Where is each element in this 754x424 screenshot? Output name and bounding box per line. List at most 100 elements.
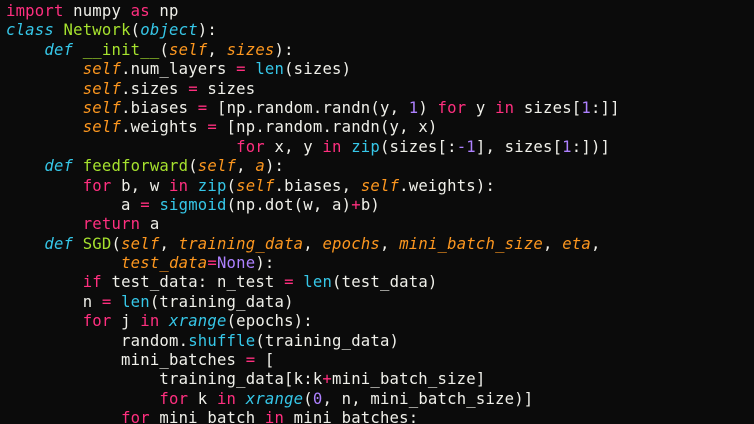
code-editor[interactable]: import numpy as np class Network(object):… bbox=[0, 0, 754, 424]
code-line[interactable]: for x, y in zip(sizes[:-1], sizes[1:])] bbox=[6, 138, 620, 157]
code-token-plain: (training_data) bbox=[255, 331, 400, 350]
code-token-plain: (training_data) bbox=[149, 292, 294, 311]
code-token-plain: a bbox=[6, 195, 141, 214]
code-token-plain: :])] bbox=[571, 137, 611, 156]
code-line[interactable]: random.shuffle(training_data) bbox=[6, 332, 620, 351]
code-line[interactable]: def SGD(self, training_data, epochs, min… bbox=[6, 235, 620, 254]
code-token-num: 1 bbox=[562, 137, 572, 156]
code-token-plain: [ bbox=[255, 351, 275, 370]
code-token-param: self bbox=[121, 234, 160, 253]
code-token-plain: y bbox=[466, 98, 496, 117]
code-token-kw: for bbox=[437, 98, 467, 117]
code-token-plain: (sizes[: bbox=[379, 137, 457, 156]
code-token-plain: np bbox=[149, 2, 179, 20]
code-token-op: = bbox=[207, 118, 217, 137]
code-token-type: def bbox=[44, 234, 74, 253]
code-token-plain: k bbox=[188, 389, 217, 408]
code-token-plain: b) bbox=[360, 195, 380, 214]
code-line[interactable]: for mini_batch in mini_batches: bbox=[6, 409, 620, 424]
code-token-param: self bbox=[169, 40, 208, 59]
code-token-plain: ( bbox=[130, 21, 141, 40]
code-token-plain: training_data[k:k bbox=[6, 370, 323, 389]
code-token-param: mini_batch_size bbox=[399, 234, 544, 253]
code-line[interactable]: n = len(training_data) bbox=[6, 293, 620, 312]
code-line[interactable]: import numpy as np bbox=[6, 2, 620, 21]
code-line[interactable]: self.weights = [np.random.randn(y, x) bbox=[6, 118, 620, 137]
code-token-op: = bbox=[188, 79, 198, 98]
code-token-op: = bbox=[236, 60, 246, 79]
code-token-plain: ) bbox=[418, 98, 438, 117]
code-token-type: def bbox=[44, 40, 74, 59]
code-token-plain: .sizes bbox=[121, 79, 189, 98]
code-token-num: 0 bbox=[312, 389, 323, 408]
code-token-fn: feedforward bbox=[82, 157, 189, 176]
code-token-builtin: len bbox=[121, 292, 150, 311]
code-token-plain: a bbox=[140, 215, 160, 234]
code-line[interactable]: self.biases = [np.random.randn(y, 1) for… bbox=[6, 99, 620, 118]
code-token-builtin: len bbox=[255, 60, 285, 79]
code-token-self: self bbox=[82, 118, 122, 137]
code-line[interactable]: for b, w in zip(self.biases, self.weight… bbox=[6, 177, 620, 196]
code-token-kw: in bbox=[140, 312, 160, 331]
code-token-plain: , bbox=[207, 40, 227, 59]
code-token-plain: .weights): bbox=[399, 176, 496, 195]
code-token-builtin: len bbox=[303, 273, 333, 292]
code-token-plain: ( bbox=[111, 234, 122, 253]
code-token-plain: , bbox=[159, 234, 179, 253]
code-token-plain: sizes[ bbox=[514, 98, 582, 117]
code-line[interactable]: training_data[k:k+mini_batch_size] bbox=[6, 370, 620, 389]
code-token-type: xrange bbox=[169, 312, 227, 331]
code-token-type: def bbox=[44, 157, 74, 176]
code-line[interactable]: def feedforward(self, a): bbox=[6, 157, 620, 176]
code-line[interactable]: for j in xrange(epochs): bbox=[6, 312, 620, 331]
code-token-plain: random. bbox=[6, 331, 189, 350]
code-token-plain: ): bbox=[255, 254, 275, 273]
code-token-kw: in bbox=[169, 176, 189, 195]
code-line[interactable]: class Network(object): bbox=[6, 21, 620, 40]
code-line[interactable]: self.sizes = sizes bbox=[6, 80, 620, 99]
code-token-op: = bbox=[197, 98, 208, 117]
code-token-op: = bbox=[284, 273, 294, 292]
code-token-plain: b, w bbox=[111, 176, 170, 195]
code-token-builtin: zip bbox=[197, 176, 227, 195]
code-token-param: test_data bbox=[121, 254, 208, 273]
code-token-op: + bbox=[322, 370, 333, 389]
code-line[interactable]: mini_batches = [ bbox=[6, 351, 620, 370]
code-token-plain: ( bbox=[188, 157, 198, 176]
code-line[interactable]: for k in xrange(0, n, mini_batch_size)] bbox=[6, 390, 620, 409]
code-token-self: self bbox=[236, 176, 275, 195]
code-token-plain: ( bbox=[226, 176, 237, 195]
code-token-param: training_data bbox=[178, 234, 304, 253]
code-line[interactable]: a = sigmoid(np.dot(w, a)+b) bbox=[6, 196, 620, 215]
code-token-self: self bbox=[82, 60, 122, 79]
code-line[interactable]: return a bbox=[6, 215, 620, 234]
code-token-type: object bbox=[140, 21, 198, 40]
code-token-fn: __init__ bbox=[82, 40, 160, 59]
code-token-plain: mini_batches: bbox=[284, 409, 419, 424]
code-token-plain: ( bbox=[159, 40, 170, 59]
code-token-param: self bbox=[197, 157, 237, 176]
code-token-plain: , n, mini_batch_size)] bbox=[322, 389, 534, 408]
code-line[interactable]: if test_data: n_test = len(test_data) bbox=[6, 273, 620, 292]
code-token-op: = bbox=[140, 195, 150, 214]
code-token-self: self bbox=[360, 176, 400, 195]
code-line[interactable]: self.num_layers = len(sizes) bbox=[6, 60, 620, 79]
code-line[interactable]: def __init__(self, sizes): bbox=[6, 41, 620, 60]
code-token-plain: (np.dot(w, a) bbox=[226, 195, 352, 214]
code-line[interactable]: test_data=None): bbox=[6, 254, 620, 273]
code-token-kw: in bbox=[216, 389, 237, 408]
code-token-builtin: shuffle bbox=[188, 331, 256, 350]
code-token-num: 1 bbox=[408, 98, 419, 117]
code-token-type: class bbox=[6, 21, 54, 40]
